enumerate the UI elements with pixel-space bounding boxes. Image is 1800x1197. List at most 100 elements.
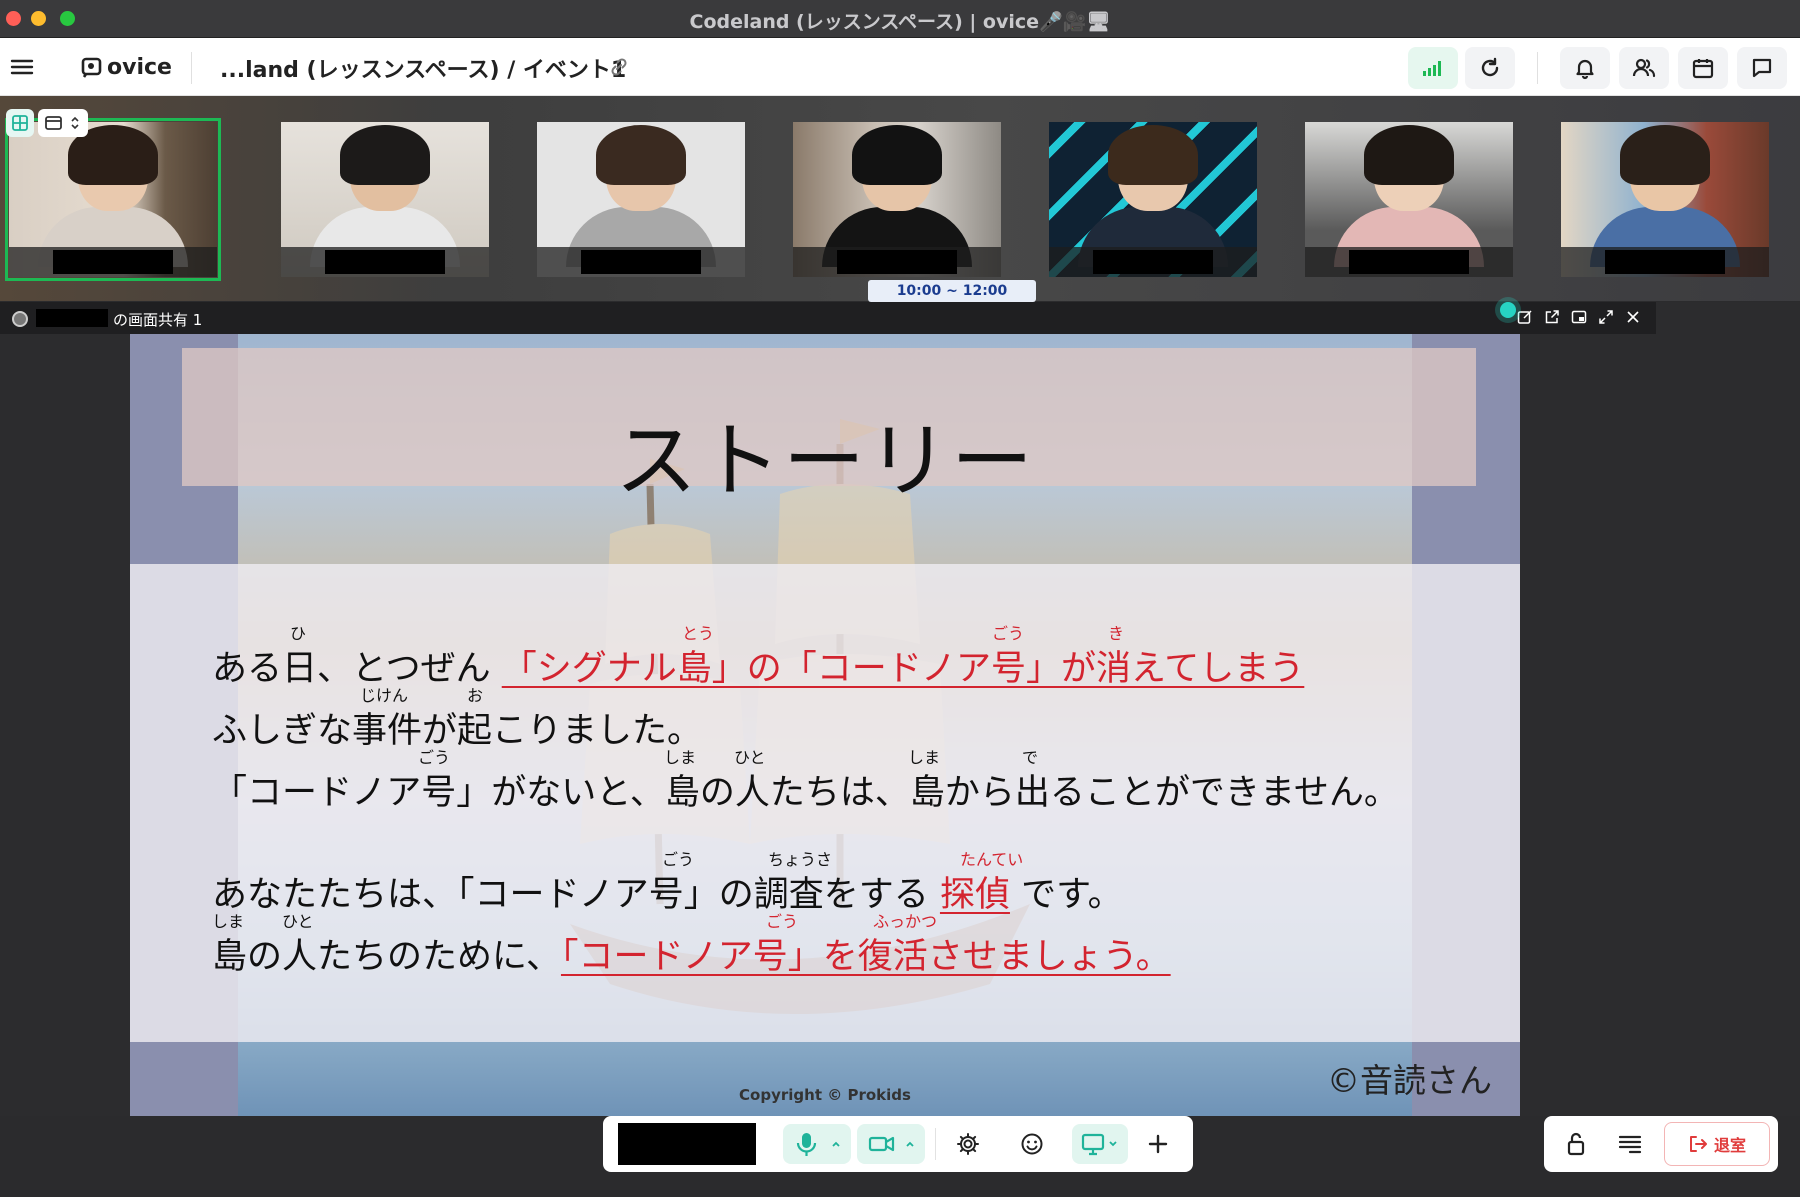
schedule-time-label: 10:00 ~ 12:00 [868,280,1036,302]
story-highlight: 「コードノア号」を復活させましょう。 [560,937,1171,977]
header-divider [191,52,192,84]
layout-icon [45,116,79,130]
story-line-text: ふしぎな事件が起こりました。 [212,711,703,751]
participant-name-bar [793,247,1001,277]
window-title: Codeland (レッスンスペース) | ovice🎤🎥🖥 [689,11,1111,33]
refresh-button[interactable] [1465,47,1515,89]
gear-icon [957,1133,979,1155]
recording-indicator [1500,302,1516,318]
story-line: 「コードノア号」がないと、島の人たちは、島から出ることができません。 [212,764,1399,815]
leave-room-label: 退室 [1713,1136,1746,1155]
participant-name-bar [1049,247,1257,277]
leave-room-button[interactable]: 退室 [1664,1122,1770,1166]
story-line-text: です。 [1009,875,1123,915]
grid-view-button[interactable] [6,109,34,137]
screen-share-tools [1516,308,1642,326]
refresh-icon [1481,57,1499,77]
chat-button[interactable] [1737,47,1787,89]
camera-toggle-button[interactable] [857,1124,925,1164]
redacted-name [53,250,173,274]
story-line: あなたたちは、「コードノア号」の調査をする 探偵 です。 [212,866,1123,917]
chat-icon [1752,58,1772,78]
participant-video-tile[interactable] [793,122,1001,277]
screen-share-button[interactable] [1072,1124,1128,1164]
participant-video-tile[interactable] [1049,122,1257,277]
logo-text: ovice [107,54,172,80]
calendar-button[interactable] [1678,47,1728,89]
slide-title: ストーリー [614,414,1035,509]
app-header: ovice ...land (レッスンスペース) / イベント1 [0,38,1800,96]
participant-name-bar [281,247,489,277]
grid-icon [12,115,28,131]
people-icon [1632,58,1656,78]
signal-icon [1423,61,1441,76]
redacted-name [325,250,445,274]
redacted-name [1605,250,1725,274]
reaction-button[interactable] [1010,1124,1054,1164]
bell-icon [1576,59,1594,80]
participants-button[interactable] [1619,47,1669,89]
mic-icon [796,1133,840,1156]
picture-in-picture-button[interactable] [1570,308,1588,326]
connection-signal-button[interactable] [1408,47,1458,89]
mic-toggle-button[interactable] [783,1124,851,1164]
menu-icon[interactable] [9,54,35,80]
screen-share-icon [1081,1133,1117,1156]
participant-video-tile[interactable] [281,122,489,277]
layout-select-button[interactable] [38,109,88,137]
story-line-text: あなたたちは、「コードノア号」の調査をする [212,875,940,915]
logo-mark-icon [81,57,102,78]
add-button[interactable] [1138,1124,1178,1164]
external-link-icon [1545,310,1559,324]
participant-name-bar [537,247,745,277]
close-icon [1627,311,1639,323]
ovice-logo[interactable]: ovice [80,52,172,82]
screen-share-title: の画面共有 1 [113,311,203,329]
fullscreen-button[interactable] [1597,308,1615,326]
screen-share-header: の画面共有 1 [0,302,1656,334]
slide-copyright: Copyright © Prokids [739,1086,911,1104]
popout-button[interactable] [1543,308,1561,326]
story-line-text: 島の人たちのために、 [212,937,561,977]
redacted-name [581,250,701,274]
toolbar-divider [935,1128,936,1160]
right-gutter [1656,302,1800,1116]
lock-icon [1567,1132,1585,1156]
participant-name-bar [1561,247,1769,277]
annotate-button[interactable] [1516,308,1534,326]
participant-name-bar [9,247,217,277]
list-icon [1618,1135,1642,1154]
link-icon[interactable] [606,54,632,80]
story-highlight: 「シグナル島」の「コードノア号」が消えてしまう [501,649,1305,689]
participant-video-tile[interactable] [1305,122,1513,277]
space-breadcrumb: ...land (レッスンスペース) / イベント1 [220,58,627,83]
redacted-sharer-name [36,309,108,327]
room-controls: 退室 [1544,1116,1778,1172]
emoji-icon [1021,1133,1043,1155]
calendar-icon [1692,59,1714,79]
window-titlebar: Codeland (レッスンスペース) | ovice🎤🎥🖥 [0,0,1800,38]
expand-icon [1599,310,1613,324]
story-line: ふしぎな事件が起こりました。 [212,702,702,753]
participant-video-tile[interactable] [1561,122,1769,277]
header-divider-right [1537,52,1538,84]
participant-name-bar [1305,247,1513,277]
redacted-user-name [618,1123,756,1165]
shared-slide: ストーリー ひ とう ごう き ある日、とつぜん 「シグナル島」の「コードノア号… [130,334,1520,1116]
notifications-button[interactable] [1560,47,1610,89]
pip-icon [1571,310,1587,324]
settings-button[interactable] [946,1124,990,1164]
story-highlight: 探偵 [939,875,1010,915]
close-share-button[interactable] [1624,308,1642,326]
annotate-icon [1517,310,1532,324]
story-line-text: 「コードノア号」がないと、島の人たちは、島から出ることができません。 [212,773,1399,813]
story-line: 島の人たちのために、「コードノア号」を復活させましょう。 [212,928,1171,979]
slide-credit: ©音読さん [1327,1061,1492,1100]
participant-video-tile[interactable] [537,122,745,277]
participant-video-tile[interactable] [5,118,221,281]
plus-icon [1148,1134,1168,1154]
redacted-name [1349,250,1469,274]
lock-button[interactable] [1556,1124,1596,1164]
list-button[interactable] [1610,1124,1650,1164]
media-toolbar [603,1116,1193,1172]
